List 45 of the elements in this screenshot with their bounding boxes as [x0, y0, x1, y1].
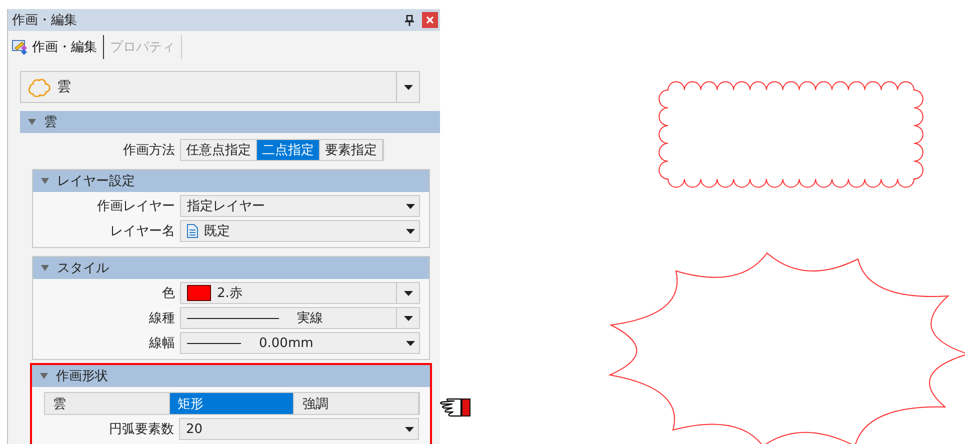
field-label: 線種 [148, 310, 176, 327]
dropdown-arrow-icon[interactable] [405, 426, 414, 432]
segment-button[interactable]: 強調 [294, 393, 419, 414]
line-sample-icon [187, 316, 279, 320]
panel-title: 作画・編集 [12, 12, 78, 29]
field-label: 線幅 [148, 335, 176, 352]
field-label: レイヤー名 [109, 223, 176, 240]
field-label: 円弧要素数 [108, 421, 175, 438]
dropdown-field[interactable]: 0.00mm [180, 332, 420, 354]
dropdown-field[interactable]: 既定 [180, 220, 420, 242]
tab[interactable]: 作画・編集 [12, 35, 104, 59]
dropdown-field[interactable]: 20 [179, 418, 419, 440]
dropdown-field[interactable]: 実線 [180, 307, 420, 329]
dropdown-field[interactable]: 2.赤 [180, 282, 420, 304]
shape-dropdown[interactable]: 雲 [20, 71, 420, 103]
close-button[interactable] [422, 12, 438, 28]
section-header[interactable]: 雲 [20, 111, 440, 133]
close-icon [426, 16, 434, 24]
segment-button[interactable]: 矩形 [170, 393, 294, 414]
dropdown-arrow-icon[interactable] [406, 204, 415, 208]
cloud-icon [27, 77, 51, 97]
dropdown-arrow-icon[interactable] [404, 316, 412, 320]
segment-button[interactable]: 雲 [45, 393, 170, 414]
segment-button[interactable]: 二点指定 [257, 140, 320, 160]
caret-icon[interactable] [40, 372, 48, 380]
field-label: 作画方法 [122, 142, 176, 159]
caret-icon[interactable] [28, 118, 36, 126]
group-header[interactable]: スタイル [33, 257, 429, 279]
group-header[interactable]: 作画形状 [32, 365, 430, 387]
dropdown-arrow-icon[interactable] [404, 290, 412, 296]
pin-icon[interactable] [405, 14, 414, 26]
caret-icon[interactable] [41, 177, 49, 185]
field-label: 作画レイヤー [96, 198, 176, 215]
segment-button[interactable]: 要素指定 [320, 140, 383, 160]
dropdown-arrow-icon[interactable] [406, 340, 415, 346]
dropdown-arrow-icon[interactable] [406, 228, 415, 234]
caret-icon[interactable] [41, 264, 49, 272]
line-sample-icon [187, 342, 241, 344]
dropdown-arrow-icon[interactable] [404, 84, 412, 90]
drawing-tools-icon [12, 39, 30, 55]
document-icon [187, 224, 198, 238]
segment-button[interactable]: 任意点指定 [181, 140, 257, 160]
group-header[interactable]: レイヤー設定 [33, 170, 429, 192]
field-label: 色 [161, 285, 176, 302]
dropdown-field[interactable]: 指定レイヤー [180, 195, 420, 217]
